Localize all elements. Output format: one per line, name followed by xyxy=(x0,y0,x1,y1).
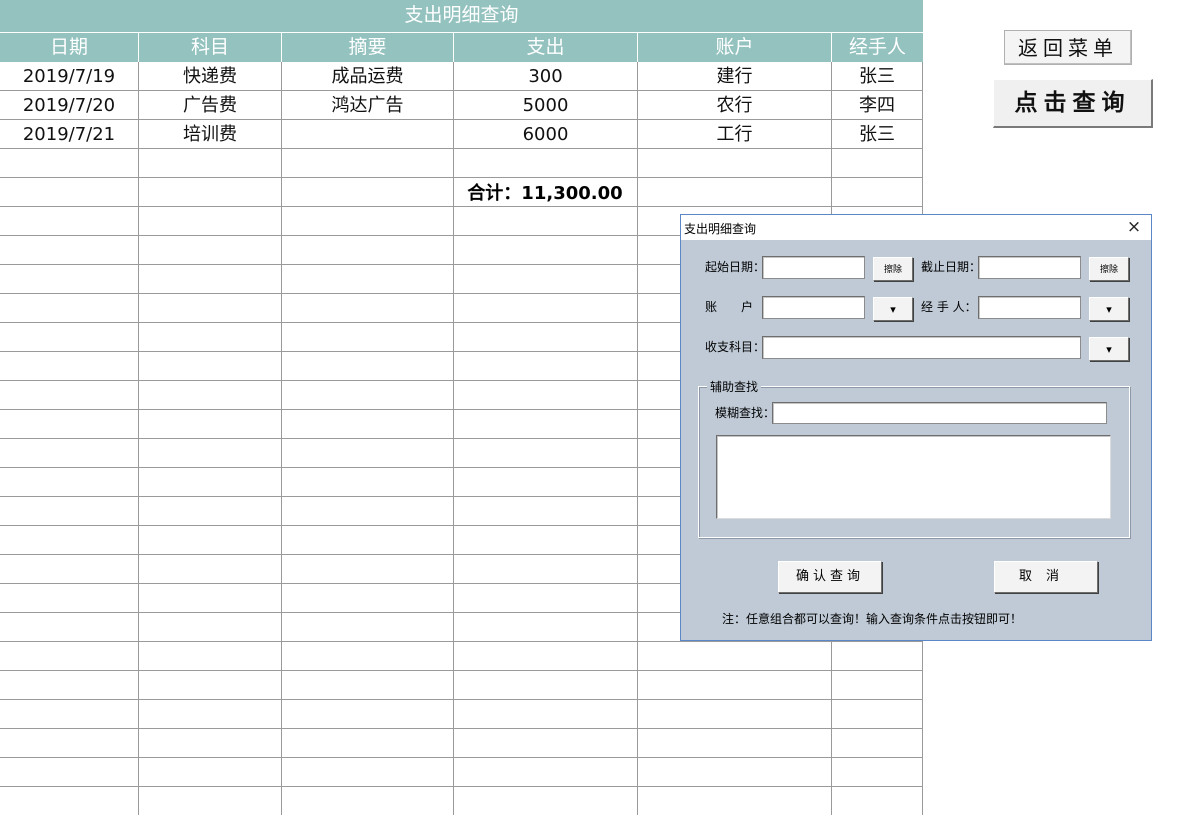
col-header-summary[interactable]: 摘要 xyxy=(282,33,454,62)
cancel-button[interactable]: 取消 xyxy=(994,561,1098,593)
cell-account[interactable]: 工行 xyxy=(638,120,831,149)
fuzzy-search-input[interactable] xyxy=(772,402,1107,424)
grid-line xyxy=(0,177,923,178)
grid-line xyxy=(0,670,923,671)
cell-date[interactable]: 2019/7/20 xyxy=(0,91,138,120)
start-date-label: 起始日期： xyxy=(705,260,766,274)
cell-category[interactable]: 培训费 xyxy=(139,120,281,149)
end-date-input[interactable] xyxy=(978,256,1081,279)
grid-line xyxy=(0,699,923,700)
cell-summary[interactable]: 鸿达广告 xyxy=(282,91,453,120)
col-header-handler[interactable]: 经手人 xyxy=(832,33,923,62)
handler-label: 经 手 人： xyxy=(921,300,977,314)
cell-summary[interactable] xyxy=(282,120,453,149)
grid-line xyxy=(0,641,923,642)
col-header-expense[interactable]: 支出 xyxy=(454,33,638,62)
start-date-input[interactable] xyxy=(762,256,865,279)
fuzzy-search-label: 模糊查找： xyxy=(715,406,776,420)
cell-date[interactable]: 2019/7/19 xyxy=(0,62,138,91)
cell-category[interactable]: 快递费 xyxy=(139,62,281,91)
grid-line xyxy=(0,757,923,758)
cell-category[interactable]: 广告费 xyxy=(139,91,281,120)
result-list[interactable] xyxy=(716,435,1111,519)
account-dropdown-button[interactable]: ▾ xyxy=(873,297,913,321)
cell-handler[interactable]: 张三 xyxy=(832,120,922,149)
aux-search-group-label: 辅助查找 xyxy=(707,378,762,395)
col-header-date[interactable]: 日期 xyxy=(0,33,139,62)
open-query-button[interactable]: 点击查询 xyxy=(993,79,1153,128)
end-date-label: 截止日期： xyxy=(921,260,982,274)
cell-expense[interactable]: 300 xyxy=(454,62,637,91)
category-input[interactable] xyxy=(762,336,1081,359)
sheet-title: 支出明细查询 xyxy=(0,0,923,32)
col-header-category[interactable]: 科目 xyxy=(139,33,282,62)
handler-input[interactable] xyxy=(978,296,1081,319)
account-label: 账 户 xyxy=(705,300,754,314)
account-input[interactable] xyxy=(762,296,865,319)
total-amount: 合计：11,300.00 xyxy=(467,183,623,204)
dialog-note: 注：任意组合都可以查询！输入查询条件点击按钮即可！ xyxy=(722,612,1023,626)
expense-query-dialog: 支出明细查询 × 起始日期： 擦除 截止日期： 擦除 账 户 ▾ 经 手 人： … xyxy=(680,214,1152,641)
grid-line xyxy=(0,728,923,729)
close-icon[interactable]: × xyxy=(1125,217,1143,237)
category-dropdown-button[interactable]: ▾ xyxy=(1089,337,1129,361)
cell-summary[interactable]: 成品运费 xyxy=(282,62,453,91)
cell-account[interactable]: 农行 xyxy=(638,91,831,120)
handler-dropdown-button[interactable]: ▾ xyxy=(1089,297,1129,321)
confirm-query-button[interactable]: 确认查询 xyxy=(778,561,882,593)
cell-date[interactable]: 2019/7/21 xyxy=(0,120,138,149)
clear-end-date-button[interactable]: 擦除 xyxy=(1089,257,1129,281)
cell-account[interactable]: 建行 xyxy=(638,62,831,91)
dialog-title: 支出明细查询 xyxy=(684,222,757,236)
category-label: 收支科目： xyxy=(705,340,766,354)
col-header-account[interactable]: 账户 xyxy=(638,33,832,62)
clear-start-date-button[interactable]: 擦除 xyxy=(873,257,913,281)
cell-expense[interactable]: 5000 xyxy=(454,91,637,120)
return-menu-button[interactable]: 返回菜单 xyxy=(1004,30,1132,65)
cell-handler[interactable]: 李四 xyxy=(832,91,922,120)
dialog-titlebar[interactable]: 支出明细查询 × xyxy=(681,215,1151,240)
cell-handler[interactable]: 张三 xyxy=(832,62,922,91)
column-header-row: 日期 科目 摘要 支出 账户 经手人 xyxy=(0,32,923,62)
grid-line xyxy=(0,786,923,787)
cell-expense[interactable]: 6000 xyxy=(454,120,637,149)
